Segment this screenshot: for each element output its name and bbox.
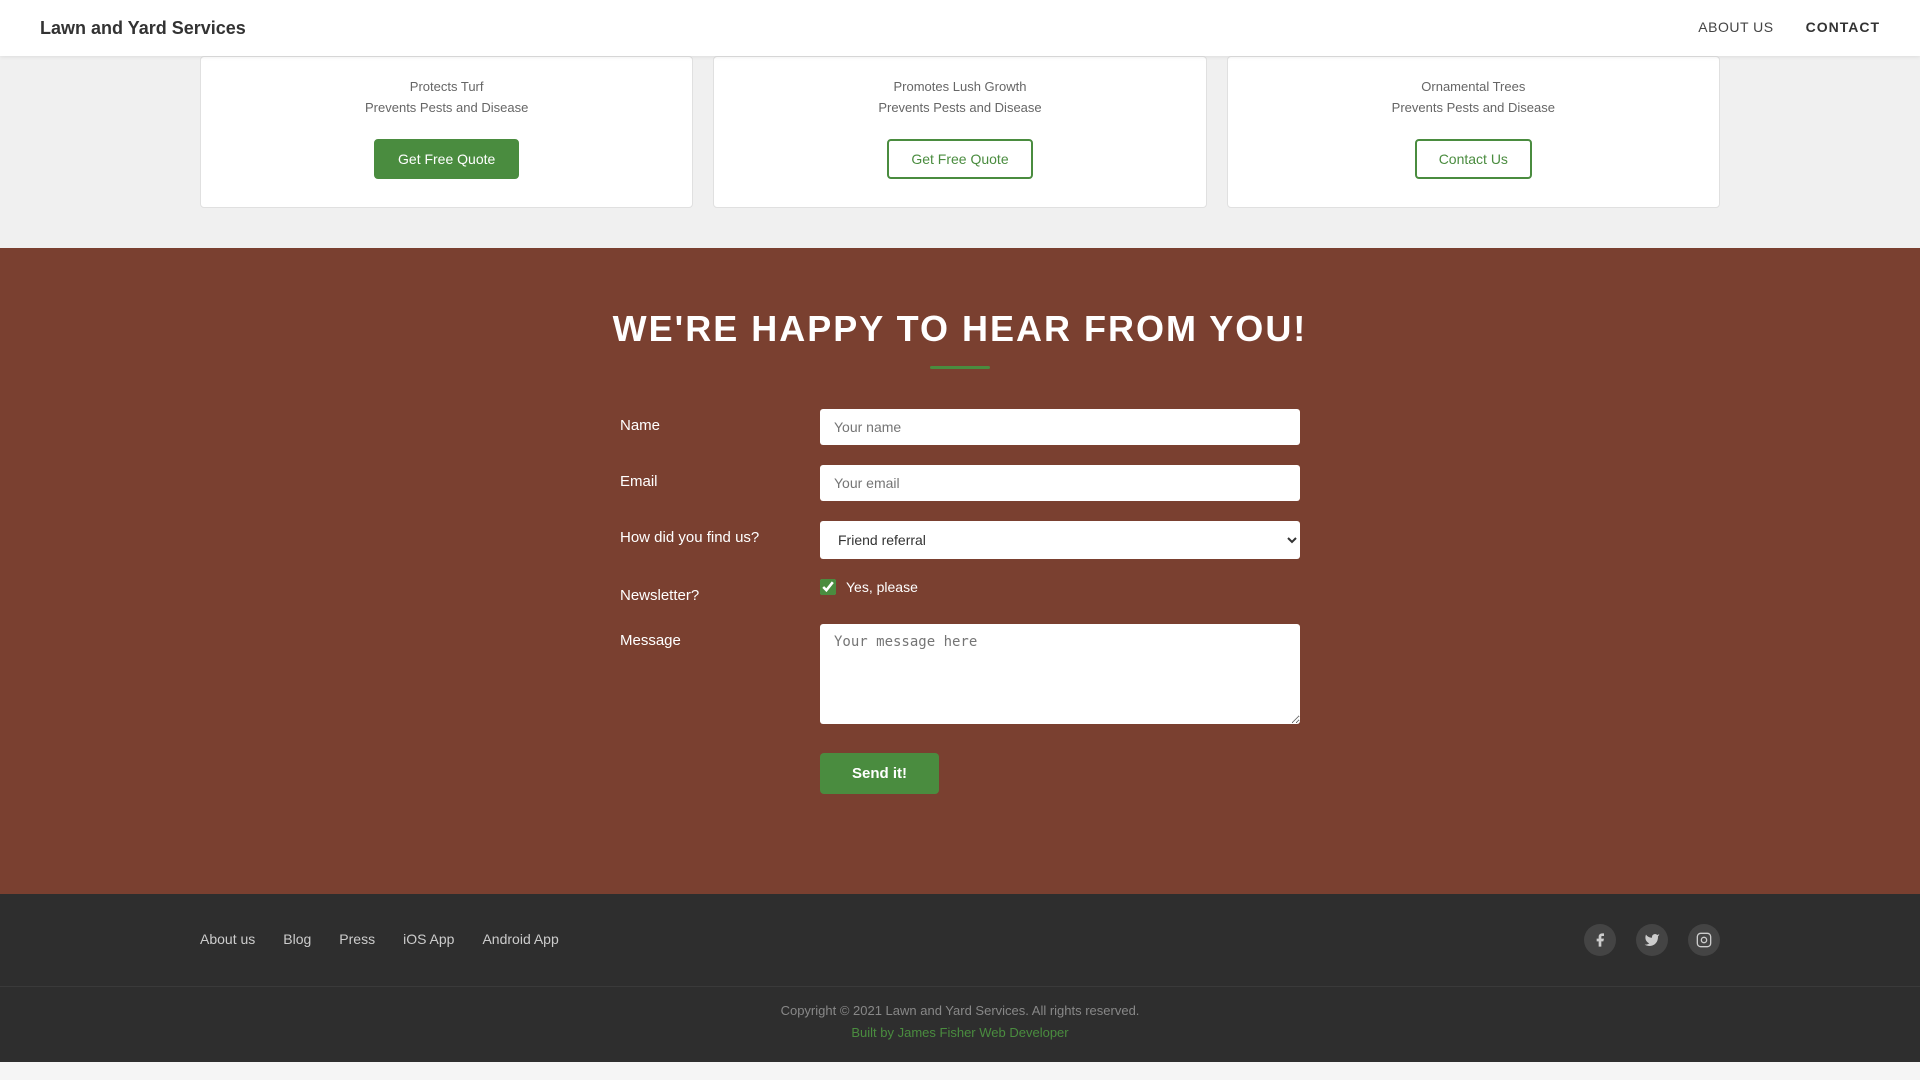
- email-label: Email: [620, 465, 820, 490]
- cards-section: Protects Turf Prevents Pests and Disease…: [0, 56, 1920, 248]
- newsletter-checkbox-row: Yes, please: [820, 579, 1300, 595]
- source-label: How did you find us?: [620, 521, 820, 546]
- newsletter-checkbox[interactable]: [820, 579, 836, 595]
- card-2-line-2: Prevents Pests and Disease: [878, 98, 1041, 119]
- card-1-button[interactable]: Get Free Quote: [374, 139, 519, 179]
- name-input[interactable]: [820, 409, 1300, 445]
- message-field-wrapper: [820, 624, 1300, 729]
- card-3-line-2: Prevents Pests and Disease: [1392, 98, 1555, 119]
- submit-spacer: [620, 749, 820, 757]
- email-input[interactable]: [820, 465, 1300, 501]
- card-2: Promotes Lush Growth Prevents Pests and …: [713, 56, 1206, 208]
- footer: About us Blog Press iOS App Android App: [0, 894, 1920, 986]
- newsletter-field-wrapper: Yes, please: [820, 579, 1300, 595]
- message-textarea[interactable]: [820, 624, 1300, 724]
- message-label: Message: [620, 624, 820, 649]
- card-3-content: Ornamental Trees Prevents Pests and Dise…: [1392, 77, 1555, 119]
- submit-row: Send it!: [620, 749, 1300, 794]
- footer-social: [1584, 924, 1720, 956]
- card-2-line-1: Promotes Lush Growth: [878, 77, 1041, 98]
- twitter-icon[interactable]: [1636, 924, 1668, 956]
- footer-links: About us Blog Press iOS App Android App: [200, 931, 559, 949]
- nav-link-contact[interactable]: CONTACT: [1806, 19, 1880, 35]
- name-row: Name: [620, 409, 1300, 445]
- card-1: Protects Turf Prevents Pests and Disease…: [200, 56, 693, 208]
- submit-wrapper: Send it!: [820, 749, 1300, 794]
- newsletter-checkbox-label[interactable]: Yes, please: [846, 579, 918, 595]
- footer-bottom: Copyright © 2021 Lawn and Yard Services.…: [0, 986, 1920, 1062]
- navbar: Lawn and Yard Services ABOUT US CONTACT: [0, 0, 1920, 56]
- nav-links: ABOUT US CONTACT: [1698, 19, 1880, 37]
- card-2-content: Promotes Lush Growth Prevents Pests and …: [878, 77, 1041, 119]
- card-3-button[interactable]: Contact Us: [1415, 139, 1532, 179]
- name-label: Name: [620, 409, 820, 434]
- card-1-line-2: Prevents Pests and Disease: [365, 98, 528, 119]
- email-row: Email: [620, 465, 1300, 501]
- built-by-link[interactable]: Built by James Fisher Web Developer: [851, 1025, 1068, 1040]
- send-button[interactable]: Send it!: [820, 753, 939, 794]
- source-row: How did you find us? Friend referral Goo…: [620, 521, 1300, 559]
- facebook-icon[interactable]: [1584, 924, 1616, 956]
- nav-logo: Lawn and Yard Services: [40, 18, 246, 39]
- source-select[interactable]: Friend referral Google Search Social Med…: [820, 521, 1300, 559]
- contact-heading: WE'RE HAPPY TO HEAR FROM YOU!: [613, 308, 1308, 350]
- newsletter-row: Newsletter? Yes, please: [620, 579, 1300, 604]
- contact-form-wrapper: Name Email How did you find us? Friend r…: [600, 409, 1320, 814]
- footer-link-ios[interactable]: iOS App: [403, 931, 454, 947]
- footer-link-blog[interactable]: Blog: [283, 931, 311, 947]
- footer-link-about[interactable]: About us: [200, 931, 255, 947]
- card-3: Ornamental Trees Prevents Pests and Dise…: [1227, 56, 1720, 208]
- card-1-content: Protects Turf Prevents Pests and Disease: [365, 77, 528, 119]
- card-2-button[interactable]: Get Free Quote: [887, 139, 1032, 179]
- newsletter-label: Newsletter?: [620, 579, 820, 604]
- instagram-icon[interactable]: [1688, 924, 1720, 956]
- footer-link-android[interactable]: Android App: [482, 931, 558, 947]
- card-3-line-1: Ornamental Trees: [1392, 77, 1555, 98]
- copyright-text: Copyright © 2021 Lawn and Yard Services.…: [20, 1003, 1900, 1018]
- email-field-wrapper: [820, 465, 1300, 501]
- footer-link-press[interactable]: Press: [339, 931, 375, 947]
- message-row: Message: [620, 624, 1300, 729]
- card-1-line-1: Protects Turf: [365, 77, 528, 98]
- heading-divider: [930, 366, 990, 369]
- contact-section: WE'RE HAPPY TO HEAR FROM YOU! Name Email…: [0, 248, 1920, 894]
- source-field-wrapper: Friend referral Google Search Social Med…: [820, 521, 1300, 559]
- name-field-wrapper: [820, 409, 1300, 445]
- contact-form: Name Email How did you find us? Friend r…: [620, 409, 1300, 794]
- nav-link-about[interactable]: ABOUT US: [1698, 19, 1773, 35]
